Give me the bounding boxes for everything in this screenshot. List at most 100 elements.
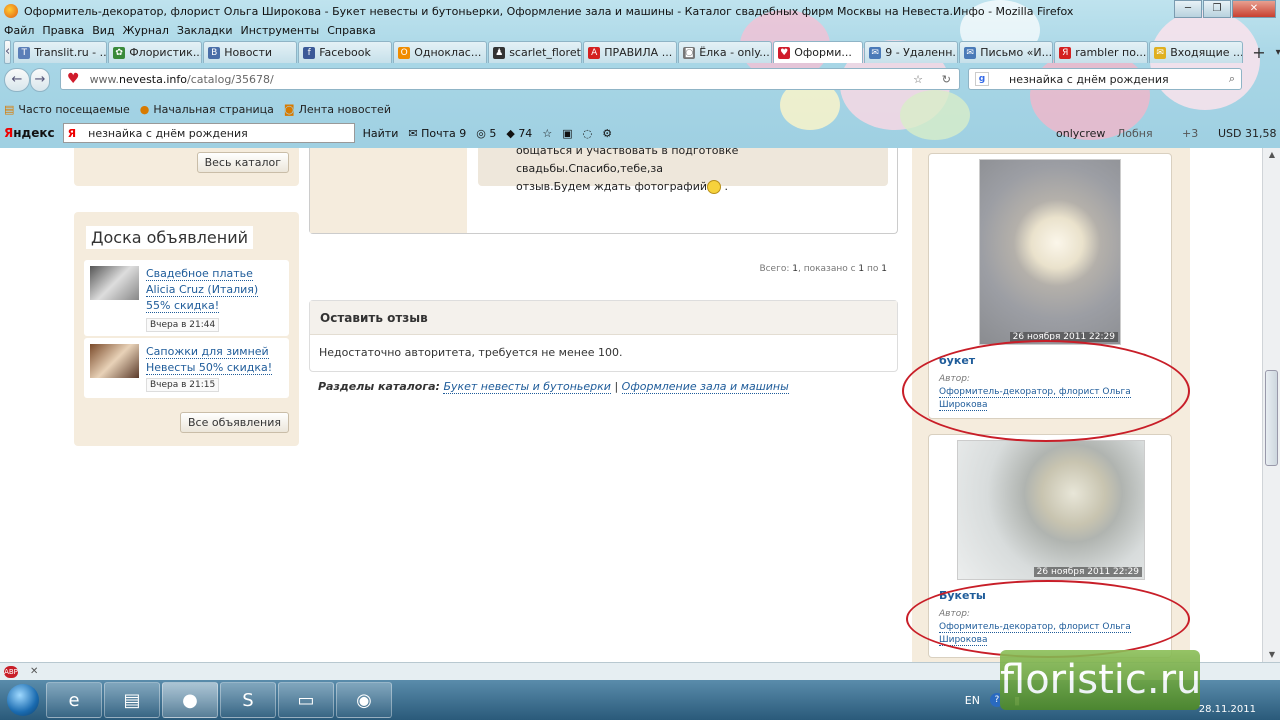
taskbar-photo-viewer-icon[interactable]: ▭: [278, 682, 334, 718]
adblock-icon[interactable]: ABP: [4, 665, 18, 678]
google-icon[interactable]: g: [975, 72, 989, 86]
bouquet-photo[interactable]: 26 ноября 2011 22:29: [979, 159, 1121, 345]
browser-tab[interactable]: Яrambler по...: [1054, 41, 1149, 63]
tab-favicon-icon: O: [398, 46, 411, 59]
yandex-search-input[interactable]: Я незнайка с днём рождения: [62, 123, 355, 143]
tab-label: Translit.ru - ...: [34, 46, 108, 59]
menu-history[interactable]: Журнал: [123, 22, 169, 40]
browser-tab[interactable]: ✉ Письмо «И...: [959, 41, 1054, 63]
browser-tab[interactable]: B Новости: [203, 41, 298, 63]
section-link-decor[interactable]: Оформление зала и машины: [621, 380, 789, 394]
tab-favicon-icon: B: [208, 46, 221, 59]
scroll-up-icon[interactable]: ▲: [1266, 150, 1278, 160]
tab-label: Письмо «И...: [980, 46, 1053, 59]
all-catalog-button[interactable]: Весь каталог: [196, 152, 289, 173]
page-content: Весь каталог Доска объявлений Свадебное …: [0, 148, 1262, 662]
tabs-scroll-left-icon[interactable]: ‹: [4, 40, 12, 64]
search-input[interactable]: незнайка с днём рождения: [1009, 73, 1169, 86]
taskbar-explorer-icon[interactable]: ▤: [104, 682, 160, 718]
tab-favicon-icon: ♥: [778, 46, 791, 59]
tab-label: 9 - Удаленн...: [885, 46, 959, 59]
ad-link[interactable]: Сапожки для зимней Невесты 50% скидка!: [146, 344, 282, 376]
ad-time: Вчера в 21:44: [146, 318, 220, 332]
taskbar-camera-app-icon[interactable]: ◉: [336, 682, 392, 718]
language-indicator[interactable]: EN: [965, 694, 980, 707]
ad-dress-photo[interactable]: [90, 266, 139, 300]
new-tab-button[interactable]: +: [1252, 43, 1265, 62]
city-label[interactable]: Лобня: [1117, 127, 1153, 140]
browser-tab[interactable]: O Одноклас...: [393, 41, 488, 63]
user-login[interactable]: onlycrew: [1056, 127, 1105, 140]
browser-tab[interactable]: ♥ Оформи...: [773, 41, 864, 63]
scroll-down-icon[interactable]: ▼: [1266, 650, 1278, 660]
menu-tools[interactable]: Инструменты: [241, 22, 320, 40]
window-title: Оформитель-декоратор, флорист Ольга Широ…: [24, 4, 1074, 18]
taskbar-skype-icon[interactable]: S: [220, 682, 276, 718]
close-addon-bar-icon[interactable]: ✕: [30, 666, 38, 677]
reload-icon[interactable]: ↻: [942, 73, 951, 86]
tag-icon[interactable]: ◆ 74: [506, 127, 532, 140]
chat-bubble-icon[interactable]: ◌: [583, 127, 593, 140]
search-magnifier-icon[interactable]: ⌕: [1229, 72, 1235, 86]
browser-tab[interactable]: ◙ Ёлка - only...: [678, 41, 773, 63]
bookmark-news-feed[interactable]: ◙ Лента новостей: [284, 103, 391, 116]
bookmark-start-page[interactable]: ● Начальная страница: [140, 103, 274, 116]
browser-tab[interactable]: ♟ scarlet_floret: [488, 41, 583, 63]
url-prefix: www.: [89, 72, 120, 86]
address-bar[interactable]: ♥ www.nevesta.info/catalog/35678/ ☆ ↻: [60, 68, 960, 90]
site-favicon-heart-icon: ♥: [67, 71, 80, 87]
mail-icon[interactable]: ✉ Почта 9: [408, 127, 466, 140]
forward-button[interactable]: →: [30, 68, 50, 92]
back-button[interactable]: ←: [4, 68, 30, 92]
tab-list-icon[interactable]: ▾: [1276, 47, 1280, 58]
favorites-star-icon[interactable]: ☆: [542, 127, 552, 140]
url-domain: nevesta.info: [119, 72, 187, 86]
currency-label[interactable]: USD 31,58: [1218, 127, 1277, 140]
settings-gear-icon[interactable]: ⚙: [602, 127, 612, 140]
tab-label: Одноклас...: [414, 46, 482, 59]
menu-view[interactable]: Вид: [92, 22, 114, 40]
browser-tab[interactable]: T Translit.ru - ...: [13, 41, 108, 63]
leave-review-title: Оставить отзыв: [310, 301, 897, 335]
browser-tab[interactable]: f Facebook: [298, 41, 393, 63]
menu-file[interactable]: Файл: [4, 22, 34, 40]
taskbar-ie-icon[interactable]: e: [46, 682, 102, 718]
yandex-find-button[interactable]: Найти: [363, 127, 399, 140]
menu-bar: Файл Правка Вид Журнал Закладки Инструме…: [0, 22, 384, 40]
all-ads-button[interactable]: Все объявления: [179, 412, 289, 433]
product-date: 26 ноября 2011 22:29: [1033, 567, 1142, 577]
tab-label: Флористик...: [129, 46, 203, 59]
page-scrollbar[interactable]: ▲ ▼: [1262, 148, 1280, 662]
bouquets-photo[interactable]: 26 ноября 2011 22:29: [957, 440, 1145, 580]
menu-edit[interactable]: Правка: [42, 22, 84, 40]
ad-link[interactable]: Свадебное платье Alicia Cruz (Италия) 55…: [146, 266, 282, 314]
red-highlight-ellipse: [906, 580, 1190, 658]
start-button[interactable]: [0, 680, 46, 720]
page-icon: ▤: [4, 102, 15, 116]
browser-tab[interactable]: A ПРАВИЛА ...: [583, 41, 678, 63]
taskbar-firefox-icon[interactable]: ●: [162, 682, 218, 718]
friends-icon[interactable]: ◎ 5: [476, 127, 496, 140]
section-link-bouquet[interactable]: Букет невесты и бутоньерки: [443, 380, 611, 394]
ad-item: Сапожки для зимней Невесты 50% скидка! В…: [84, 338, 289, 398]
scroll-thumb[interactable]: [1265, 370, 1278, 466]
bookmark-most-visited[interactable]: ▤ Часто посещаемые: [4, 103, 130, 116]
browser-tab[interactable]: ✉ Входящие ...: [1149, 41, 1244, 63]
ad-time: Вчера в 21:15: [146, 378, 220, 392]
browser-tab[interactable]: ✿ Флористик...: [108, 41, 203, 63]
search-bar[interactable]: g незнайка с днём рождения ⌕: [968, 68, 1242, 90]
translate-icon[interactable]: ▣: [562, 127, 572, 140]
tab-favicon-icon: ♟: [493, 46, 506, 59]
minimize-button[interactable]: ─: [1174, 0, 1202, 18]
review-author-side: [310, 148, 467, 233]
weather-label[interactable]: +3: [1182, 127, 1198, 140]
ad-boots-photo[interactable]: [90, 344, 139, 378]
yandex-logo[interactable]: Яндекс: [4, 126, 55, 140]
menu-help[interactable]: Справка: [327, 22, 375, 40]
close-button[interactable]: ✕: [1232, 0, 1276, 18]
maximize-button[interactable]: ❐: [1203, 0, 1231, 18]
clock-date[interactable]: 28.11.2011: [1199, 704, 1256, 715]
bookmark-star-icon[interactable]: ☆: [913, 73, 923, 86]
menu-bookmarks[interactable]: Закладки: [177, 22, 233, 40]
browser-tab[interactable]: ✉ 9 - Удаленн...: [864, 41, 959, 63]
